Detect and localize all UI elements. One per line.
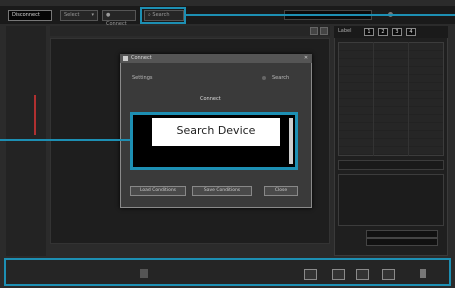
data-table-columns <box>338 42 444 156</box>
chevron-down-icon: ▾ <box>91 12 94 18</box>
close-icon[interactable]: ✕ <box>303 55 309 61</box>
bottom-toolbar <box>4 258 451 286</box>
device-select-label: Select <box>64 12 80 18</box>
screenshot-icon[interactable] <box>332 269 345 280</box>
parameter-row <box>338 238 444 246</box>
save-conditions-button[interactable]: Save Conditions <box>192 186 252 196</box>
callout-line <box>0 139 130 141</box>
detail-panel <box>338 174 444 226</box>
settings-label: Settings <box>132 75 153 81</box>
connect-button[interactable]: ● Connect <box>102 10 136 27</box>
callout-line <box>186 14 455 16</box>
radio-icon[interactable] <box>262 76 266 80</box>
dialog-title: Connect <box>131 55 152 61</box>
level-marker <box>34 95 36 135</box>
info-icon[interactable] <box>420 269 426 278</box>
zoom-icon[interactable] <box>310 27 318 35</box>
search-device-label[interactable]: Search Device <box>152 118 280 146</box>
plot-header <box>50 26 330 36</box>
settings-icon[interactable] <box>320 27 328 35</box>
right-panel-label: Label <box>338 28 352 34</box>
close-button[interactable]: Close <box>264 186 298 196</box>
app-icon <box>123 56 128 61</box>
table-footer <box>338 160 444 170</box>
camera-icon[interactable] <box>304 269 317 280</box>
list-scrollbar[interactable] <box>289 118 293 164</box>
search-option-label[interactable]: Search <box>272 75 289 81</box>
export-icon[interactable] <box>356 269 369 280</box>
tab-2[interactable]: 2 <box>378 28 388 36</box>
search-highlight-box <box>140 7 186 24</box>
tab-4[interactable]: 4 <box>406 28 416 36</box>
axis-strip <box>6 26 46 256</box>
disconnect-button[interactable]: Disconnect <box>8 10 52 21</box>
parameter-input[interactable] <box>366 230 438 238</box>
record-icon[interactable] <box>140 269 148 278</box>
device-select-dropdown[interactable]: Select ▾ <box>60 10 98 21</box>
parameter-fields <box>338 230 444 252</box>
connect-section-label: Connect <box>200 96 221 102</box>
folder-icon[interactable] <box>382 269 395 280</box>
load-conditions-button[interactable]: Load Conditions <box>130 186 186 196</box>
parameter-input[interactable] <box>366 238 438 246</box>
application-window: Disconnect Select ▾ ● Connect ⌕ Search L… <box>0 0 455 288</box>
tab-1[interactable]: 1 <box>364 28 374 36</box>
tab-3[interactable]: 3 <box>392 28 402 36</box>
plot-tools <box>310 27 330 35</box>
link-icon: ● <box>106 12 111 18</box>
parameter-row <box>338 230 444 238</box>
